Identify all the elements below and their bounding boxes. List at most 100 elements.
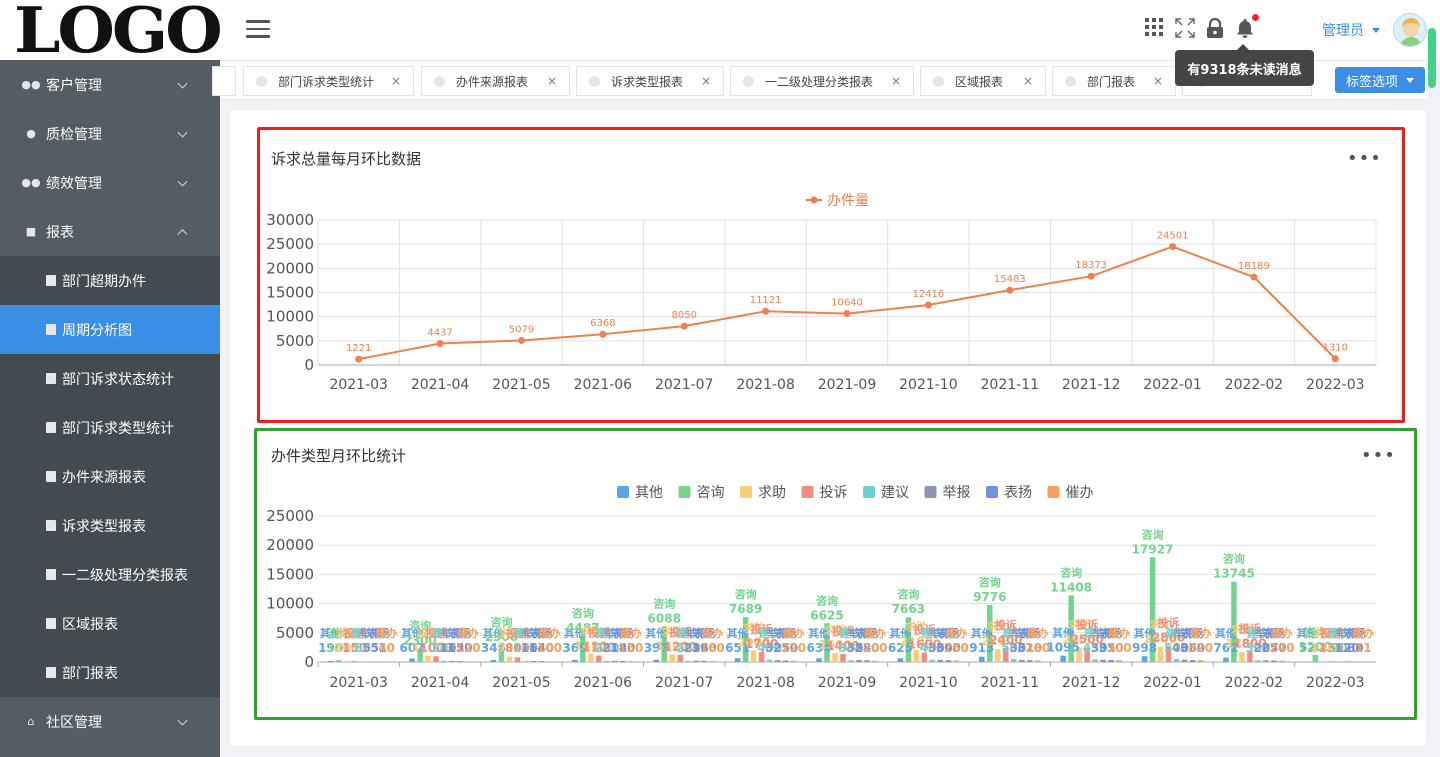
- sidebar-item-label: 质检管理: [46, 126, 102, 143]
- x-tick-label: 2021-03: [329, 377, 388, 393]
- sidebar-subitem[interactable]: 部门超期办件: [0, 256, 220, 305]
- bar: [782, 660, 789, 662]
- sidebar-subitem[interactable]: 部门诉求类型统计: [0, 403, 220, 452]
- data-label: 12416: [912, 289, 944, 300]
- data-point: [680, 322, 688, 330]
- menu-toggle-icon[interactable]: [246, 20, 270, 38]
- users-icon: ●●: [21, 78, 41, 91]
- bar: [1181, 659, 1188, 662]
- sidebar-subitem[interactable]: 区域报表: [0, 599, 220, 648]
- data-label: 7663: [892, 602, 925, 616]
- bar: [1092, 659, 1098, 662]
- bar: [774, 660, 781, 662]
- data-label: 11408: [1050, 580, 1092, 594]
- bar: [1027, 660, 1033, 662]
- bar: [588, 653, 594, 662]
- notification-tooltip: 有9318条未读消息: [1175, 44, 1314, 86]
- bar: [1173, 659, 1180, 662]
- close-icon[interactable]: ×: [547, 74, 557, 88]
- tab[interactable]: 区域报表 ×: [920, 66, 1046, 96]
- bar: [790, 660, 797, 662]
- y-tick-label: 0: [304, 653, 314, 671]
- x-tick-label: 2021-08: [736, 675, 795, 691]
- bar: [995, 649, 1001, 662]
- sidebar-subitem[interactable]: 诉求类型报表: [0, 501, 220, 550]
- fullscreen-icon[interactable]: [1175, 18, 1195, 38]
- close-icon[interactable]: ×: [701, 74, 711, 88]
- close-icon[interactable]: ×: [391, 74, 401, 88]
- tab[interactable]: 一二级处理分类报表 ×: [730, 66, 914, 96]
- close-icon[interactable]: ×: [1023, 74, 1033, 88]
- tab-dot-icon: [1065, 75, 1076, 87]
- x-tick-label: 2021-04: [411, 675, 470, 691]
- chevron-down-icon: [177, 176, 188, 187]
- tab[interactable]: 诉求类型报表 ×: [576, 66, 724, 96]
- lock-icon[interactable]: [1206, 18, 1224, 38]
- series-label: 催办: [783, 626, 805, 640]
- chevron-down-icon: [177, 127, 188, 138]
- sidebar-item-quality[interactable]: ● 质检管理: [0, 109, 220, 158]
- y-tick-label: 10000: [266, 595, 314, 613]
- sidebar-subitem[interactable]: 部门报表: [0, 648, 220, 697]
- tab[interactable]: 部门诉求类型统计 ×: [243, 66, 414, 96]
- y-tick-label: 25000: [266, 507, 314, 525]
- legend-label: 催办: [1066, 485, 1094, 501]
- data-point: [355, 355, 363, 363]
- x-tick-label: 2021-07: [655, 675, 714, 691]
- document-icon: [46, 422, 56, 433]
- data-point: [1250, 273, 1258, 281]
- bar: [441, 660, 447, 662]
- bar: [1141, 656, 1148, 662]
- sidebar-item-reports[interactable]: ■ 报表: [0, 207, 220, 256]
- bar: [425, 655, 431, 662]
- bar: [490, 659, 497, 662]
- data-label: 100: [537, 641, 562, 655]
- bar: [685, 660, 691, 662]
- series-label: 催办: [376, 626, 398, 640]
- document-icon: [46, 667, 56, 678]
- sidebar-item-community[interactable]: ⌂ 社区管理: [0, 697, 220, 746]
- more-icon[interactable]: •••: [1347, 150, 1382, 168]
- sidebar-item-customer[interactable]: ●● 客户管理: [0, 60, 220, 109]
- bar: [693, 660, 699, 662]
- bar: [953, 660, 960, 662]
- close-icon[interactable]: ×: [891, 74, 901, 88]
- data-label: 5079: [509, 324, 534, 335]
- bar: [522, 661, 529, 662]
- data-point: [924, 301, 932, 309]
- x-tick-label: 2022-03: [1306, 675, 1365, 691]
- x-tick-label: 2022-03: [1306, 377, 1365, 393]
- sidebar-subitem-label: 区域报表: [62, 616, 118, 633]
- bell-icon[interactable]: [1235, 18, 1255, 38]
- sidebar-subitem-active[interactable]: 周期分析图: [0, 305, 220, 354]
- bar: [465, 661, 471, 662]
- page-scrollbar[interactable]: [1428, 28, 1436, 88]
- tab[interactable]: 部门报表 ×: [1052, 66, 1176, 96]
- more-icon[interactable]: •••: [1361, 447, 1396, 465]
- bar: [750, 650, 757, 662]
- user-menu[interactable]: 管理员: [1322, 20, 1380, 40]
- tab-partial[interactable]: [212, 66, 236, 96]
- x-tick-label: 2021-04: [411, 377, 470, 393]
- sidebar-subitem[interactable]: 办件来源报表: [0, 452, 220, 501]
- chevron-down-icon: [177, 715, 188, 726]
- bar: [1255, 660, 1261, 662]
- x-tick-label: 2021-05: [492, 675, 551, 691]
- sidebar-item-performance[interactable]: ●● 绩效管理: [0, 158, 220, 207]
- x-tick-label: 2021-03: [329, 675, 388, 691]
- sidebar-subitem[interactable]: 部门诉求状态统计: [0, 354, 220, 403]
- sidebar-subitem-label: 周期分析图: [62, 322, 132, 339]
- close-icon[interactable]: ×: [1153, 74, 1163, 88]
- bar: [604, 660, 610, 662]
- bar: [848, 660, 854, 662]
- bar: [1328, 661, 1335, 662]
- tab-options-button[interactable]: 标签选项: [1335, 67, 1425, 93]
- tab-label: 部门诉求类型统计: [278, 74, 375, 89]
- tab-dot-icon: [743, 75, 754, 87]
- series-label: 催办: [864, 626, 886, 640]
- avatar[interactable]: [1393, 13, 1427, 47]
- apps-grid-icon[interactable]: [1145, 18, 1163, 36]
- x-tick-label: 2021-12: [1062, 377, 1121, 393]
- tab[interactable]: 办件来源报表 ×: [421, 66, 570, 96]
- sidebar-subitem[interactable]: 一二级处理分类报表: [0, 550, 220, 599]
